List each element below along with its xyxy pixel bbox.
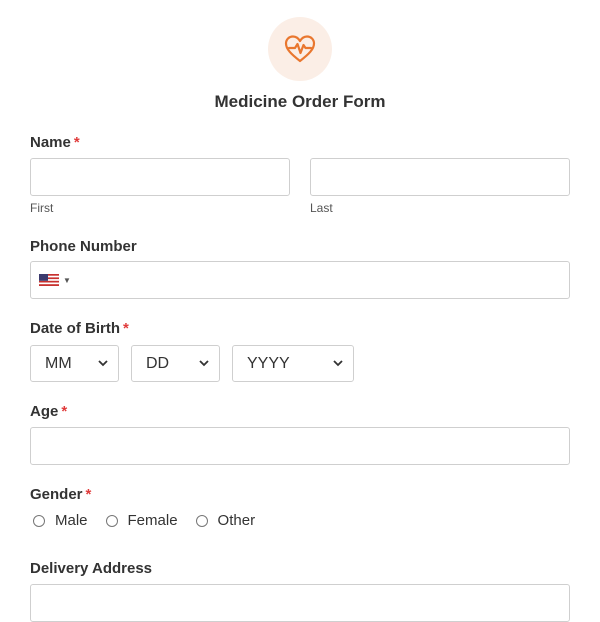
dob-month-value: MM [45, 354, 72, 372]
age-input[interactable] [30, 427, 570, 465]
dob-day-select[interactable]: DD [131, 345, 220, 382]
last-name-sublabel: Last [310, 201, 333, 215]
radio-button[interactable] [105, 514, 118, 527]
dob-year-select[interactable]: YYYY [232, 345, 354, 382]
name-label-text: Name [30, 134, 71, 151]
gender-label: Gender * [30, 486, 91, 503]
last-name-input[interactable] [310, 158, 570, 196]
dob-year-value: YYYY [247, 354, 290, 372]
required-marker: * [123, 320, 129, 337]
country-selector[interactable]: ▼ [39, 274, 71, 286]
heartbeat-heart-icon [284, 35, 316, 63]
gender-option-label: Other [217, 512, 256, 529]
chevron-down-icon [333, 360, 343, 367]
gender-radio-group: Male Female Other [33, 512, 273, 529]
first-name-sublabel: First [30, 201, 54, 215]
dob-day-value: DD [146, 354, 170, 372]
gender-option-male[interactable]: Male [33, 512, 88, 529]
form-logo [268, 17, 332, 81]
phone-label: Phone Number [30, 238, 137, 255]
dob-label-text: Date of Birth [30, 320, 120, 337]
chevron-down-icon [98, 360, 108, 367]
gender-option-label: Male [55, 512, 88, 529]
age-label-text: Age [30, 403, 59, 420]
required-marker: * [73, 134, 80, 151]
gender-option-female[interactable]: Female [105, 512, 178, 529]
phone-input[interactable]: ▼ [30, 261, 570, 299]
radio-button[interactable] [195, 514, 208, 527]
caret-down-icon: ▼ [63, 275, 71, 285]
chevron-down-icon [199, 360, 209, 367]
dob-month-select[interactable]: MM [30, 345, 119, 382]
gender-option-other[interactable]: Other [195, 512, 256, 529]
required-marker: * [61, 403, 68, 420]
radio-button[interactable] [33, 514, 45, 527]
dob-label: Date of Birth * [30, 320, 129, 337]
first-name-input[interactable] [30, 158, 290, 196]
required-marker: * [85, 486, 92, 503]
age-label: Age * [30, 403, 67, 420]
form-title: Medicine Order Form [214, 92, 386, 111]
address-input[interactable] [30, 584, 570, 622]
gender-label-text: Gender [30, 486, 83, 503]
address-label: Delivery Address [30, 560, 153, 577]
name-label: Name * [30, 134, 80, 151]
us-flag-icon [39, 274, 59, 286]
gender-option-label: Female [127, 512, 178, 529]
